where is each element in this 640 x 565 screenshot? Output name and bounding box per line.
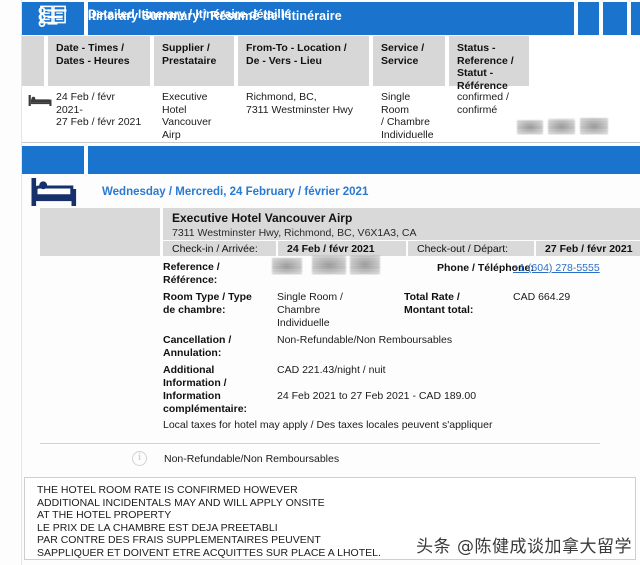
roomtype-label-line1: Room Type / Type (163, 291, 252, 303)
totalrate-label-line2: Montant total: (404, 304, 474, 316)
summary-row-service-line2: / Chambre (381, 116, 431, 128)
local-taxes-note: Local taxes for hotel may apply / Des ta… (163, 419, 493, 431)
bed-icon (30, 176, 78, 208)
checkout-label: Check-out / Départ: (408, 241, 534, 256)
summary-col-date: Date - Times / Dates - Heures (48, 36, 150, 86)
roomtype-value-line2: Chambre (277, 304, 321, 316)
summary-col-icon (22, 36, 44, 86)
notice-line: ADDITIONAL INCIDENTALS MAY AND WILL APPL… (37, 496, 325, 509)
redaction-smudge (350, 255, 380, 274)
cancellation-value: Non-Refundable/Non Remboursables (277, 334, 453, 346)
summary-row-date-line2: 27 Feb / févr 2021 (56, 116, 142, 128)
roomtype-label-line2: de chambre: (163, 304, 226, 316)
totalrate-value: CAD 664.29 (513, 291, 571, 303)
redaction-smudge (517, 120, 543, 134)
notice-line: THE HOTEL ROOM RATE IS CONFIRMED HOWEVER (37, 484, 298, 496)
detailed-header-title-segment (88, 146, 640, 174)
summary-row-service: Single Room / Chambre Individuelle (373, 88, 445, 141)
checkin-label: Check-in / Arrivée: (163, 241, 276, 256)
cancellation-label-line2: Annulation: (163, 347, 222, 359)
checkin-value: 24 Feb / févr 2021 (278, 241, 406, 256)
summary-col-status: Status - Reference / Statut - Référence (449, 36, 529, 92)
redaction-smudge (548, 119, 575, 134)
reference-label-line1: Reference / (163, 261, 220, 273)
additional-label-line1: Additional (163, 364, 215, 376)
totalrate-label-line1: Total Rate / (404, 291, 460, 303)
detailed-header-icon-segment (22, 146, 84, 174)
summary-row-location-line1: Richmond, BC, (246, 91, 317, 103)
summary-row-service-line1: Single Room (381, 91, 411, 116)
status-badge: confirmed / (457, 91, 509, 103)
summary-header-segment-b (603, 2, 627, 35)
summary-row-location: Richmond, BC, 7311 Westminster Hwy (238, 88, 369, 116)
checkin-checkout-row: Check-in / Arrivée: 24 Feb / févr 2021 C… (163, 241, 640, 256)
summary-col-location: From-To - Location / De - Vers - Lieu (238, 36, 369, 86)
redaction-smudge (312, 256, 346, 274)
status-badge-fr: confirmé (457, 103, 498, 116)
summary-col-supplier: Supplier / Prestataire (154, 36, 234, 86)
redaction-smudge (580, 118, 608, 134)
summary-row-status: confirmed / confirmé (449, 88, 529, 116)
hotel-header: Executive Hotel Vancouver Airp 7311 West… (163, 208, 640, 240)
additional-value-line2: 24 Feb 2021 to 27 Feb 2021 - CAD 189.00 (277, 390, 477, 402)
summary-row-date: 24 Feb / févr 2021- 27 Feb / févr 2021 (48, 88, 150, 129)
detail-footer-divider (40, 443, 600, 444)
info-circle-icon: i (132, 451, 147, 466)
summary-row-service-line3: Individuelle (381, 128, 434, 141)
summary-row-location-line2: 7311 Westminster Hwy (246, 103, 353, 116)
summary-col-service: Service / Service (373, 36, 445, 86)
additional-label-line4: complémentaire: (163, 403, 248, 415)
day-heading: Wednesday / Mercredi, 24 February / févr… (102, 186, 369, 198)
checkout-value: 27 Feb / févr 2021 (536, 241, 640, 256)
summary-header-segment-c (631, 2, 640, 35)
detailed-header-title: Detailed Itinerary / Itinéraire détaillé (88, 7, 291, 21)
watermark: 头条 @陈健成谈加拿大留学 (416, 537, 632, 557)
open-book-icon (40, 5, 66, 24)
footer-nonrefundable-note: Non-Refundable/Non Remboursables (164, 453, 340, 465)
summary-header-segment-a (578, 2, 599, 35)
hotel-address: 7311 Westminster Hwy, Richmond, BC, V6X1… (172, 227, 417, 239)
itinerary-document: Itinerary Summary / Résumé de l'itinérai… (0, 0, 640, 565)
summary-row-icon-cell (22, 88, 52, 106)
summary-row-supplier-line2: Vancouver Airp (162, 116, 212, 141)
roomtype-value-line3: Individuelle (277, 317, 330, 329)
roomtype-value-line1: Single Room / (277, 291, 343, 303)
additional-label-line2: Information / (163, 377, 227, 389)
phone-value[interactable]: +1 (604) 278-5555 (513, 262, 600, 276)
additional-value-line1: CAD 221.43/night / nuit (277, 364, 386, 376)
redaction-smudge (272, 258, 302, 274)
reference-label-line2: Référence: (163, 274, 218, 286)
detailed-itinerary-header (22, 146, 640, 174)
summary-row-supplier-line1: Executive Hotel (162, 91, 208, 116)
cancellation-label-line1: Cancellation / (163, 334, 232, 346)
additional-label-line3: Information (163, 390, 221, 402)
hotel-name: Executive Hotel Vancouver Airp (172, 211, 353, 225)
notice-line: AT THE HOTEL PROPERTY (37, 509, 172, 522)
detail-left-gutter (40, 208, 160, 256)
summary-row-date-line1: 24 Feb / févr 2021- (56, 91, 115, 116)
summary-section-divider (22, 142, 640, 143)
summary-row-supplier: Executive Hotel Vancouver Airp (154, 88, 234, 141)
